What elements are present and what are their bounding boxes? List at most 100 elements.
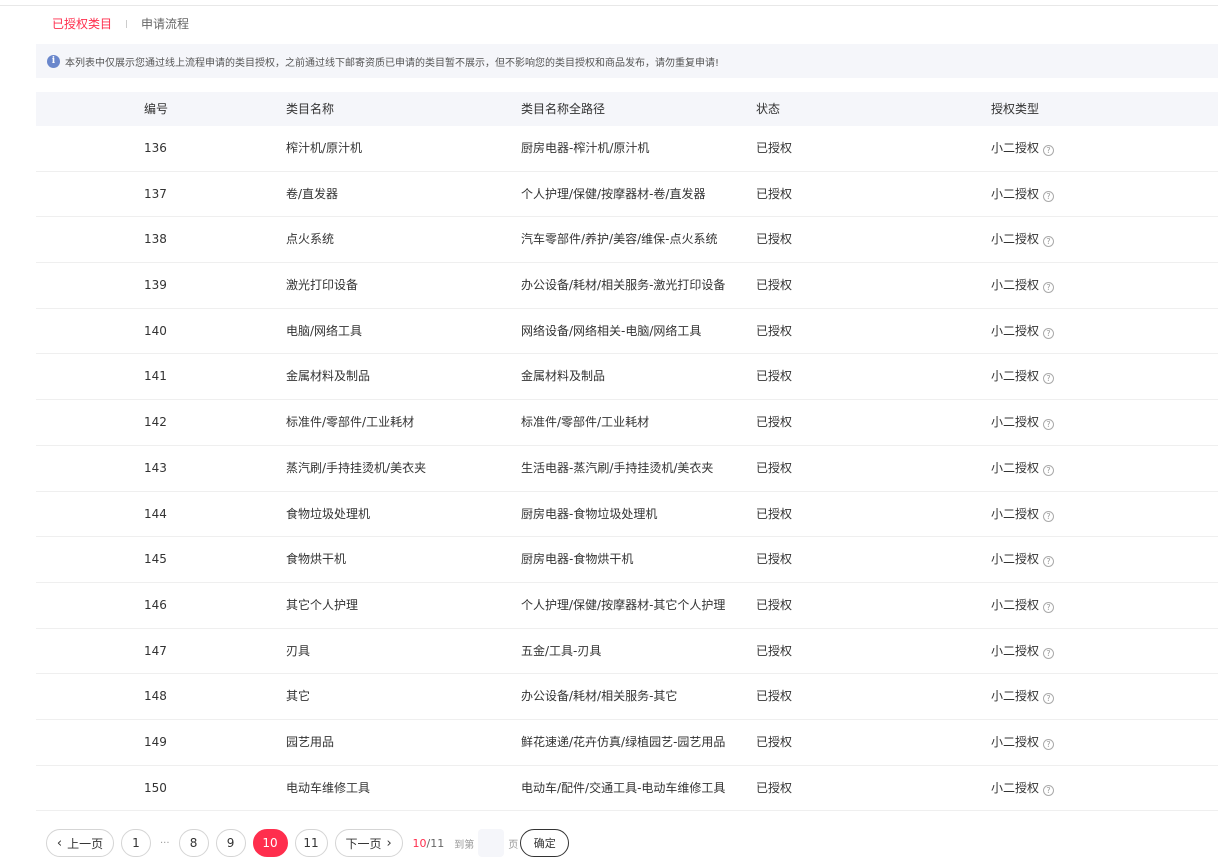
tab-application-process[interactable]: 申请流程 (141, 15, 189, 33)
row-status: 已授权 (756, 597, 793, 612)
goto-label: 到第 (454, 839, 475, 851)
row-auth-type-label: 小二授权 (991, 597, 1040, 612)
row-category-path: 厨房电器-食物烘干机 (521, 552, 634, 567)
table-row: 149 园艺用品 鲜花速递/花卉仿真/绿植园艺-园艺用品 已授权 小二授权? (36, 720, 1218, 766)
tab-bar: 已授权类目 申请流程 (52, 14, 189, 34)
row-category-name: 食物烘干机 (286, 552, 347, 567)
table-row: 144 食物垃圾处理机 厨房电器-食物垃圾处理机 已授权 小二授权? (36, 492, 1218, 538)
row-category-name: 刃具 (286, 643, 311, 658)
row-status: 已授权 (756, 323, 793, 338)
row-id: 137 (144, 186, 167, 201)
question-circle-icon[interactable]: ? (1043, 738, 1055, 750)
question-circle-icon[interactable]: ? (1043, 419, 1055, 431)
row-auth-type-label: 小二授权 (991, 643, 1040, 658)
row-auth-type-label: 小二授权 (991, 460, 1040, 475)
page-indicator: 10/11 (413, 837, 445, 850)
pagination: ‹ 上一页 1 ··· 8 9 10 11 下一页 › 10/11 到第 页 确… (46, 829, 570, 857)
page-button-9[interactable]: 9 (215, 829, 246, 857)
question-circle-icon[interactable]: ? (1043, 784, 1055, 796)
prev-page-button[interactable]: ‹ 上一页 (46, 829, 114, 857)
row-auth-type-label: 小二授权 (991, 415, 1040, 430)
current-page-number: 10 (412, 836, 427, 850)
table-row: 138 点火系统 汽车零部件/养护/美容/维保-点火系统 已授权 小二授权? (36, 217, 1218, 264)
confirm-goto-button[interactable]: 确定 (520, 829, 570, 857)
row-category-name: 食物垃圾处理机 (286, 506, 371, 521)
question-circle-icon[interactable]: ? (1043, 647, 1055, 659)
row-category-name: 标准件/零部件/工业耗材 (286, 415, 415, 430)
row-status: 已授权 (756, 734, 793, 749)
row-id: 146 (144, 597, 167, 612)
tab-authorized-categories[interactable]: 已授权类目 (52, 15, 112, 33)
page-button-8[interactable]: 8 (178, 829, 209, 857)
row-category-path: 厨房电器-榨汁机/原汁机 (521, 141, 650, 155)
question-circle-icon[interactable]: ? (1043, 693, 1055, 705)
goto-page-input[interactable] (478, 829, 505, 857)
page-button-1[interactable]: 1 (121, 829, 151, 857)
table-row: 145 食物烘干机 厨房电器-食物烘干机 已授权 小二授权? (36, 537, 1218, 583)
table-header: 编号 类目名称 类目名称全路径 状态 授权类型 (36, 92, 1218, 126)
goto-suffix: 页 (508, 839, 519, 851)
row-id: 150 (144, 780, 167, 795)
row-auth-type: 小二授权? (991, 172, 1055, 217)
notice-banner: i 本列表中仅展示您通过线上流程申请的类目授权，之前通过线下邮寄资质已申请的类目… (36, 44, 1218, 78)
row-status: 已授权 (756, 278, 793, 293)
header-status: 状态 (756, 102, 781, 116)
row-auth-type-label: 小二授权 (991, 780, 1040, 795)
row-category-name: 园艺用品 (286, 734, 335, 749)
row-status: 已授权 (756, 689, 793, 704)
row-category-path: 标准件/零部件/工业耗材 (521, 415, 650, 430)
page-ellipsis: ··· (160, 837, 170, 849)
row-auth-type: 小二授权? (991, 492, 1055, 537)
question-circle-icon[interactable]: ? (1043, 236, 1055, 248)
row-status: 已授权 (756, 460, 793, 475)
row-id: 144 (144, 506, 167, 521)
question-circle-icon[interactable]: ? (1043, 145, 1055, 156)
total-pages: /11 (426, 836, 445, 850)
question-circle-icon[interactable]: ? (1043, 282, 1055, 294)
next-page-button[interactable]: 下一页 › (334, 829, 403, 857)
question-circle-icon[interactable]: ? (1043, 556, 1055, 568)
page-button-10-current[interactable]: 10 (252, 829, 288, 857)
question-circle-icon[interactable]: ? (1043, 190, 1055, 202)
table-row: 139 激光打印设备 办公设备/耗材/相关服务-激光打印设备 已授权 小二授权? (36, 263, 1218, 309)
row-category-name: 卷/直发器 (286, 186, 339, 201)
row-id: 142 (144, 415, 167, 430)
row-id: 139 (144, 278, 167, 293)
question-circle-icon[interactable]: ? (1043, 373, 1055, 385)
row-id: 138 (144, 232, 167, 247)
info-icon: i (47, 54, 60, 68)
row-category-path: 五金/工具-刃具 (521, 643, 602, 658)
row-auth-type: 小二授权? (991, 217, 1055, 262)
row-auth-type: 小二授权? (991, 583, 1055, 628)
row-category-path: 汽车零部件/养护/美容/维保-点火系统 (521, 232, 718, 247)
row-category-path: 生活电器-蒸汽刷/手持挂烫机/美衣夹 (521, 460, 714, 475)
question-circle-icon[interactable]: ? (1043, 510, 1055, 522)
chevron-left-icon: ‹ (56, 835, 63, 851)
row-id: 145 (144, 552, 167, 567)
chevron-right-icon: › (386, 835, 392, 851)
header-id: 编号 (144, 102, 169, 116)
row-category-path: 鲜花速递/花卉仿真/绿植园艺-园艺用品 (521, 734, 726, 749)
row-auth-type: 小二授权? (991, 720, 1055, 765)
header-category-name: 类目名称 (286, 102, 335, 116)
row-category-path: 金属材料及制品 (521, 369, 606, 384)
tab-separator (126, 20, 128, 28)
page-button-11[interactable]: 11 (294, 829, 328, 857)
row-auth-type: 小二授权? (991, 674, 1055, 719)
row-status: 已授权 (756, 643, 793, 658)
question-circle-icon[interactable]: ? (1043, 464, 1055, 476)
header-auth-type: 授权类型 (991, 102, 1040, 116)
question-circle-icon[interactable]: ? (1043, 601, 1055, 613)
table-row: 147 刃具 五金/工具-刃具 已授权 小二授权? (36, 629, 1218, 675)
table-row: 143 蒸汽刷/手持挂烫机/美衣夹 生活电器-蒸汽刷/手持挂烫机/美衣夹 已授权 小二授… (36, 446, 1218, 492)
row-id: 136 (144, 141, 167, 155)
row-auth-type: 小二授权? (991, 766, 1055, 811)
row-auth-type: 小二授权? (991, 629, 1055, 674)
row-id: 147 (144, 643, 167, 658)
row-auth-type: 小二授权? (991, 126, 1055, 171)
row-category-name: 其它个人护理 (286, 597, 359, 612)
row-category-path: 网络设备/网络相关-电脑/网络工具 (521, 323, 702, 338)
row-auth-type-label: 小二授权 (991, 278, 1040, 293)
row-id: 141 (144, 369, 167, 384)
question-circle-icon[interactable]: ? (1043, 327, 1055, 339)
